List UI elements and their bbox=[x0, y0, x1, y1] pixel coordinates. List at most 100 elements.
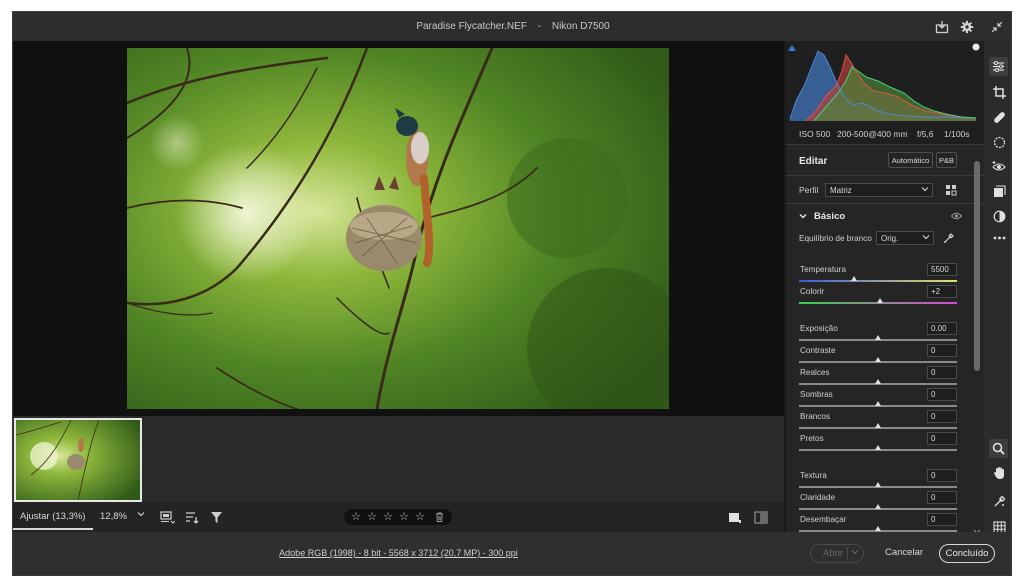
profile-browser-icon[interactable] bbox=[945, 184, 957, 198]
before-after-icon[interactable] bbox=[753, 509, 769, 525]
slider-colorir: Colorir +2 bbox=[799, 285, 957, 309]
basic-section-header[interactable]: Básico bbox=[786, 203, 984, 227]
white-balance-row: Equilíbrio de branco Orig. bbox=[786, 227, 984, 251]
done-button[interactable]: Concluído bbox=[939, 544, 995, 563]
window-title: Paradise Flycatcher.NEF - Nikon D7500 bbox=[13, 21, 1011, 32]
slider-value-input[interactable]: 0 bbox=[927, 366, 957, 379]
zoom-icon[interactable] bbox=[989, 439, 1008, 458]
slider-label: Textura bbox=[800, 471, 827, 480]
gear-icon[interactable] bbox=[959, 19, 975, 35]
slider-value-input[interactable]: 0 bbox=[927, 491, 957, 504]
zoom-fit-button[interactable]: Ajustar (13,3%) bbox=[13, 502, 93, 530]
slider-value-input[interactable]: 0 bbox=[927, 388, 957, 401]
slider-handle[interactable] bbox=[875, 445, 881, 450]
chevron-down-icon bbox=[921, 185, 929, 195]
chevron-down-icon bbox=[922, 233, 930, 243]
slider-value-input[interactable]: 0 bbox=[927, 410, 957, 423]
slider-handle[interactable] bbox=[875, 335, 881, 340]
slider-value-input[interactable]: 5500 bbox=[927, 263, 957, 276]
trash-icon[interactable] bbox=[433, 511, 445, 523]
open-button[interactable]: Abrir bbox=[810, 544, 864, 563]
save-icon[interactable] bbox=[934, 19, 950, 35]
white-balance-value: Orig. bbox=[881, 234, 899, 243]
slider-label: Colorir bbox=[800, 287, 825, 296]
edit-panel: ISO 500 200-500@400 mm f/5,6 1/100s Edit… bbox=[786, 41, 984, 532]
mask-icon[interactable] bbox=[991, 134, 1007, 150]
presets-icon[interactable] bbox=[991, 208, 1007, 224]
visibility-eye-icon[interactable] bbox=[950, 212, 963, 222]
slider-handle[interactable] bbox=[876, 298, 883, 303]
title-bar: Paradise Flycatcher.NEF - Nikon D7500 bbox=[13, 12, 1011, 41]
single-view-icon[interactable] bbox=[726, 509, 742, 525]
lens-text: 200-500@400 mm bbox=[837, 129, 908, 139]
collapse-icon[interactable] bbox=[989, 19, 1005, 35]
white-balance-dropdown[interactable]: Orig. bbox=[876, 231, 934, 245]
panel-scrollbar[interactable] bbox=[973, 153, 981, 534]
slider-claridade: Claridade 0 bbox=[799, 491, 957, 515]
eyedropper-icon[interactable] bbox=[943, 232, 955, 246]
filmstrip-thumbnail[interactable] bbox=[14, 418, 142, 502]
sort-icon[interactable] bbox=[184, 509, 200, 525]
chevron-down-icon bbox=[137, 510, 145, 521]
chevron-down-icon[interactable] bbox=[851, 548, 859, 559]
cancel-button[interactable]: Cancelar bbox=[885, 547, 923, 558]
image-canvas[interactable] bbox=[13, 41, 784, 416]
profile-dropdown[interactable]: Matriz bbox=[825, 183, 933, 197]
slider-handle[interactable] bbox=[875, 482, 881, 487]
auto-button[interactable]: Automático bbox=[888, 152, 933, 168]
more-icon[interactable] bbox=[991, 230, 1007, 246]
slider-label: Realces bbox=[800, 368, 830, 377]
slider-value-input[interactable]: +2 bbox=[927, 285, 957, 298]
slider-track[interactable] bbox=[799, 280, 957, 282]
camera-info: ISO 500 200-500@400 mm f/5,6 1/100s bbox=[786, 121, 984, 144]
slider-handle[interactable] bbox=[875, 379, 881, 384]
title-camera: Nikon D7500 bbox=[551, 21, 610, 32]
slider-temperatura: Temperatura 5500 bbox=[799, 263, 957, 287]
slider-brancos: Brancos 0 bbox=[799, 410, 957, 434]
slider-label: Desembaçar bbox=[800, 515, 847, 524]
bottom-bar: Adobe RGB (1998) - 8 bit - 5568 x 3712 (… bbox=[13, 532, 1011, 575]
edit-sliders-icon[interactable] bbox=[989, 57, 1008, 76]
slider-handle[interactable] bbox=[875, 504, 881, 509]
slider-value-input[interactable]: 0 bbox=[927, 469, 957, 482]
slider-label: Brancos bbox=[800, 412, 831, 421]
workflow-options-link[interactable]: Adobe RGB (1998) - 8 bit - 5568 x 3712 (… bbox=[13, 548, 784, 558]
shutter-text: 1/100s bbox=[944, 129, 970, 139]
title-filename: Paradise Flycatcher.NEF bbox=[416, 21, 527, 32]
chevron-down-icon bbox=[799, 212, 807, 222]
filter-icon[interactable] bbox=[208, 509, 224, 525]
slider-value-input[interactable]: 0 bbox=[927, 344, 957, 357]
slider-handle[interactable] bbox=[875, 357, 881, 362]
slider-label: Sombras bbox=[800, 390, 833, 399]
star-3-icon[interactable]: ☆ bbox=[382, 511, 394, 523]
slider-handle[interactable] bbox=[875, 423, 881, 428]
edit-title: Editar bbox=[799, 156, 828, 167]
aperture-text: f/5,6 bbox=[917, 129, 934, 139]
slider-label: Temperatura bbox=[800, 265, 846, 274]
zoom-level-dropdown[interactable]: 12,8% bbox=[97, 502, 147, 530]
slider-value-input[interactable]: 0 bbox=[927, 432, 957, 445]
crop-icon[interactable] bbox=[991, 84, 1007, 100]
zoom-level-value: 12,8% bbox=[100, 511, 127, 522]
color-sampler-icon[interactable] bbox=[991, 493, 1007, 509]
hand-icon[interactable] bbox=[991, 465, 1007, 481]
slider-textura: Textura 0 bbox=[799, 469, 957, 493]
filmstrip-options-icon[interactable] bbox=[159, 509, 175, 525]
slider-handle[interactable] bbox=[851, 276, 858, 281]
slider-value-input[interactable]: 0 bbox=[927, 513, 957, 526]
healing-bandage-icon[interactable] bbox=[991, 109, 1007, 125]
red-eye-icon[interactable] bbox=[991, 158, 1007, 174]
snapshots-icon[interactable] bbox=[991, 183, 1007, 199]
camera-raw-window: Paradise Flycatcher.NEF - Nikon D7500 Aj… bbox=[12, 11, 1012, 576]
star-1-icon[interactable]: ☆ bbox=[350, 511, 362, 523]
slider-handle[interactable] bbox=[875, 526, 881, 531]
scrollbar-thumb[interactable] bbox=[974, 161, 980, 371]
slider-value-input[interactable]: 0.00 bbox=[927, 322, 957, 335]
star-5-icon[interactable]: ☆ bbox=[414, 511, 426, 523]
slider-handle[interactable] bbox=[875, 401, 881, 406]
star-2-icon[interactable]: ☆ bbox=[366, 511, 378, 523]
slider-label: Exposição bbox=[800, 324, 838, 333]
bw-button[interactable]: P&B bbox=[936, 152, 957, 168]
slider-sombras: Sombras 0 bbox=[799, 388, 957, 412]
star-4-icon[interactable]: ☆ bbox=[398, 511, 410, 523]
